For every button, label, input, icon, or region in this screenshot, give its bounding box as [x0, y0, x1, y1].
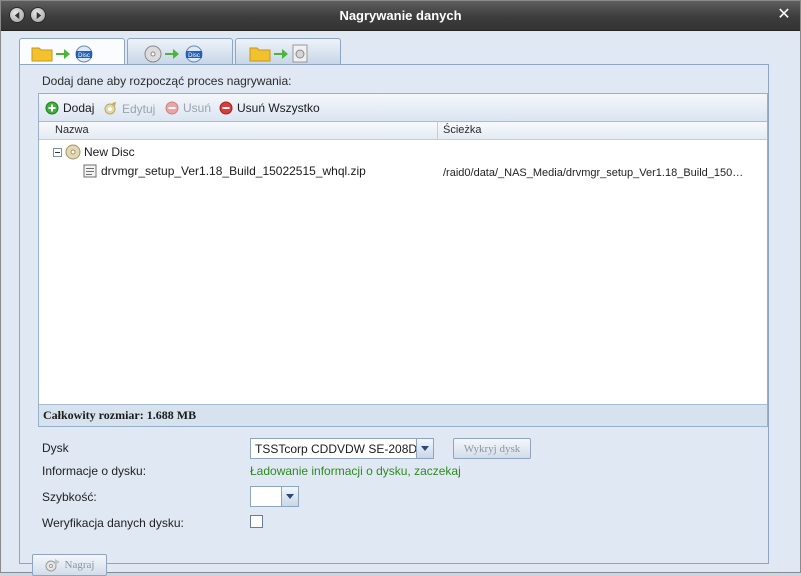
disk-select[interactable]: TSSTcorp CDDVDW SE-208DB: [250, 438, 434, 459]
disk-info-status: Ładowanie informacji o dysku, zaczekaj: [250, 464, 461, 478]
tab-badge: Disc: [78, 53, 90, 59]
window-content: Disc Disc Dodaj dane aby rozpocząć proce…: [5, 32, 796, 576]
burn-button-label: Nagraj: [64, 559, 95, 571]
file-list-box: Dodaj Edytuj Usuń Usuń Wszystko Nazwa Śc…: [38, 93, 768, 427]
disk-info-label: Informacje o dysku:: [42, 464, 147, 478]
verify-label: Weryfikacja danych dysku:: [42, 516, 184, 530]
burn-disc-icon: [45, 559, 60, 572]
tab-folder-to-image[interactable]: [235, 38, 341, 64]
folder-to-image-icon: [249, 44, 308, 63]
file-path: /raid0/data/_NAS_Media/drvmgr_setup_Ver1…: [443, 167, 744, 179]
add-button[interactable]: Dodaj: [45, 101, 94, 115]
speed-label: Szybkość:: [42, 490, 97, 504]
tab-folder-to-disc[interactable]: Disc: [19, 38, 125, 65]
disk-label: Dysk: [42, 441, 69, 455]
burn-panel: Dodaj dane aby rozpocząć proces nagrywan…: [19, 64, 769, 576]
plus-circle-icon: [45, 101, 59, 115]
tab-badge: Disc: [188, 53, 200, 59]
remove-all-button[interactable]: Usuń Wszystko: [219, 101, 320, 115]
minus-circle-icon: [219, 101, 233, 115]
column-separator[interactable]: [437, 122, 438, 140]
speed-select[interactable]: [250, 486, 299, 507]
total-size: Całkowity rozmiar: 1.688 MB: [39, 404, 767, 426]
edit-button-label: Edytuj: [122, 101, 156, 116]
minus-icon: [55, 151, 60, 153]
table-header: Nazwa Ścieżka: [39, 122, 767, 140]
file-icon: [83, 164, 97, 178]
tree-root-label: New Disc: [84, 145, 135, 159]
title-bar: Nagrywanie danych ✕: [1, 1, 800, 31]
file-toolbar: Dodaj Edytuj Usuń Usuń Wszystko: [39, 94, 767, 122]
remove-button-label: Usuń: [183, 101, 212, 115]
window-title: Nagrywanie danych: [339, 8, 462, 23]
minus-circle-icon: [165, 101, 179, 115]
column-header-path[interactable]: Ścieżka: [443, 124, 482, 136]
chevron-down-icon: [421, 446, 429, 451]
tab-disc-to-disc[interactable]: Disc: [127, 38, 233, 64]
file-name: drvmgr_setup_Ver1.18_Build_15022515_whql…: [101, 164, 366, 178]
remove-all-button-label: Usuń Wszystko: [237, 101, 320, 115]
table-row[interactable]: drvmgr_setup_Ver1.18_Build_15022515_whql…: [83, 164, 366, 178]
close-button[interactable]: ✕: [777, 6, 791, 23]
disk-select-arrow[interactable]: [416, 439, 433, 458]
edit-gear-icon: [104, 102, 116, 115]
folder-to-disc-icon: Disc: [31, 45, 93, 63]
burn-data-window: Nagrywanie danych ✕ Disc Disc Dodaj dane…: [0, 0, 801, 576]
add-button-label: Dodaj: [63, 101, 95, 115]
disk-select-value: TSSTcorp CDDVDW SE-208DB: [255, 442, 426, 456]
edit-button[interactable]: Edytuj: [103, 101, 155, 116]
remove-button[interactable]: Usuń: [165, 101, 211, 115]
speed-select-arrow[interactable]: [281, 487, 298, 506]
chevron-down-icon: [286, 494, 294, 499]
disc-to-disc-icon: Disc: [144, 45, 203, 63]
verify-checkbox[interactable]: [250, 515, 263, 528]
intro-text: Dodaj dane aby rozpocząć proces nagrywan…: [42, 74, 292, 88]
detect-disk-button[interactable]: Wykryj dysk: [453, 438, 531, 459]
close-icon: ✕: [777, 6, 791, 23]
disc-icon: [65, 144, 81, 160]
tree-root-row[interactable]: New Disc: [53, 144, 135, 160]
collapse-toggle[interactable]: [53, 147, 62, 157]
column-header-name[interactable]: Nazwa: [55, 124, 89, 136]
